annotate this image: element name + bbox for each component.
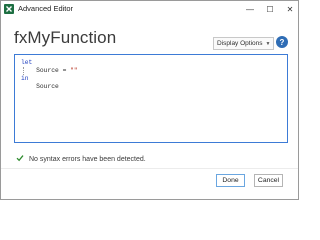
maximize-button[interactable]: ☐ — [260, 1, 280, 18]
code-line: Source — [21, 83, 59, 90]
query-name-title: fxMyFunction — [14, 28, 117, 47]
close-icon: ✕ — [286, 5, 294, 14]
syntax-status: No syntax errors have been detected. — [16, 154, 146, 164]
minimize-icon: — — [246, 5, 254, 14]
chevron-down-icon: ▼ — [265, 40, 271, 47]
code-text: let Source = "" in Source — [21, 59, 78, 91]
check-icon — [16, 154, 24, 164]
cancel-button[interactable]: Cancel — [254, 174, 283, 187]
display-options-label: Display Options — [217, 40, 263, 47]
code-line: Source = "" — [21, 67, 78, 74]
code-line: in — [21, 75, 29, 82]
code-line: let — [21, 59, 33, 66]
window-title: Advanced Editor — [18, 4, 74, 13]
maximize-icon: ☐ — [266, 5, 274, 14]
minimize-button[interactable]: — — [240, 1, 260, 18]
excel-app-icon — [4, 4, 14, 14]
code-editor[interactable]: let Source = "" in Source — [14, 54, 288, 143]
done-button[interactable]: Done — [216, 174, 245, 187]
display-options-dropdown[interactable]: Display Options ▼ — [213, 37, 275, 50]
advanced-editor-window: Advanced Editor — ☐ ✕ fxMyFunction Displ… — [0, 0, 299, 200]
help-icon[interactable]: ? — [276, 36, 288, 48]
close-button[interactable]: ✕ — [280, 1, 300, 18]
syntax-status-message: No syntax errors have been detected. — [29, 155, 146, 163]
footer-divider — [1, 168, 298, 169]
title-bar[interactable]: Advanced Editor — ☐ ✕ — [1, 1, 298, 18]
